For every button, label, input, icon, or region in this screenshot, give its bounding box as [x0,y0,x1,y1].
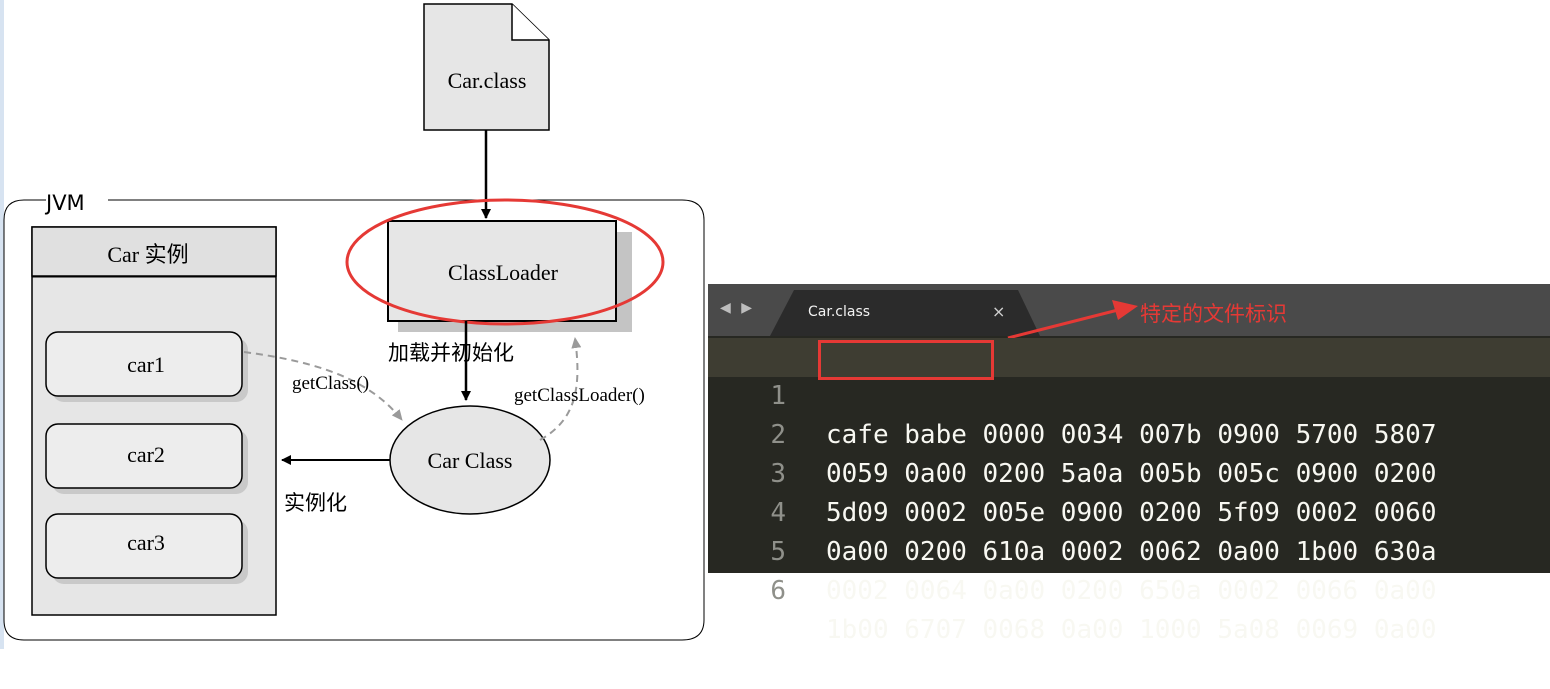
get-classloader-label: getClassLoader() [514,385,645,406]
instance-label: car1 [127,352,165,377]
instance-label: car2 [127,442,165,467]
jvm-label: JVM [44,191,85,215]
magic-number-highlight-box [818,340,994,380]
code-editor: ◀ ▶ Car.class × 特定的文件标识 1 cafe babe 0000… [708,284,1550,645]
code-line: 4 0a00 0200 610a 0002 0062 0a00 1b00 630… [708,455,1550,567]
instantiate-label: 实例化 [284,491,347,515]
load-init-label: 加载并初始化 [388,341,514,365]
file-label: Car.class [448,68,527,93]
car-class-label: Car Class [428,448,513,473]
magic-number-annotation: 特定的文件标识 [1140,302,1287,326]
car-class-node: Car Class [389,405,551,515]
line-content: 1b00 6707 0068 0a00 1000 5a08 0069 0a00 [826,615,1437,645]
code-line: 5 0002 0064 0a00 0200 650a 0002 0066 0a0… [708,494,1550,606]
tab-bar: ◀ ▶ Car.class × 特定的文件标识 [708,284,1550,340]
line-content: 0002 0064 0a00 0200 650a 0002 0066 0a00 [826,576,1437,606]
code-line: 3 5d09 0002 005e 0900 0200 5f09 0002 006… [708,416,1550,528]
instance-label: car3 [127,530,165,555]
classloader-label: ClassLoader [448,260,559,285]
instance-car3: car3 [45,513,248,584]
instances-panel: Car 实例 car1 car2 car3 [31,226,277,616]
car-class-file-node: Car.class [423,3,550,131]
annotation-arrow [1007,300,1138,340]
instance-car1: car1 [45,331,248,402]
jvm-diagram: Car.class JVM Car 实例 car1 car2 car3 Clas… [3,3,705,641]
instances-header: Car 实例 [107,242,188,267]
code-line: 6 1b00 6707 0068 0a00 1000 5a08 0069 0a0… [708,533,1550,645]
instance-car2: car2 [45,423,248,494]
get-class-label: getClass() [292,373,369,394]
code-line: 2 0059 0a00 0200 5a0a 005b 005c 0900 020… [708,377,1550,489]
line-number: 6 [770,576,786,606]
